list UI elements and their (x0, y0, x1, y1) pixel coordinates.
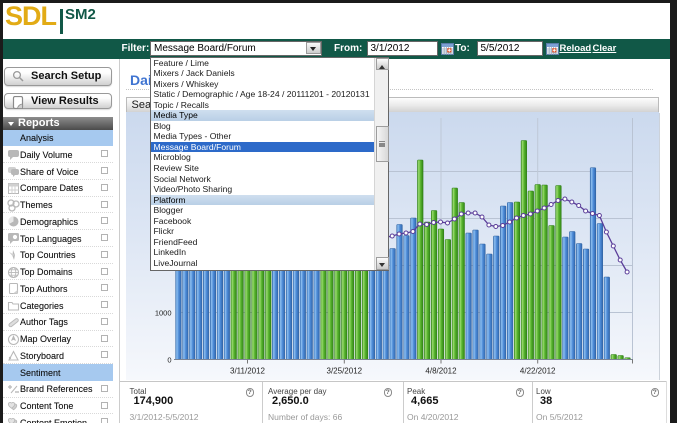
svg-text:3/11/2012: 3/11/2012 (230, 367, 266, 376)
svg-text:4/22/2012: 4/22/2012 (520, 367, 556, 376)
svg-text:0: 0 (167, 356, 171, 365)
svg-text:1000: 1000 (155, 309, 172, 318)
svg-text:3/25/2012: 3/25/2012 (327, 367, 363, 376)
svg-text:4/8/2012: 4/8/2012 (425, 367, 457, 376)
